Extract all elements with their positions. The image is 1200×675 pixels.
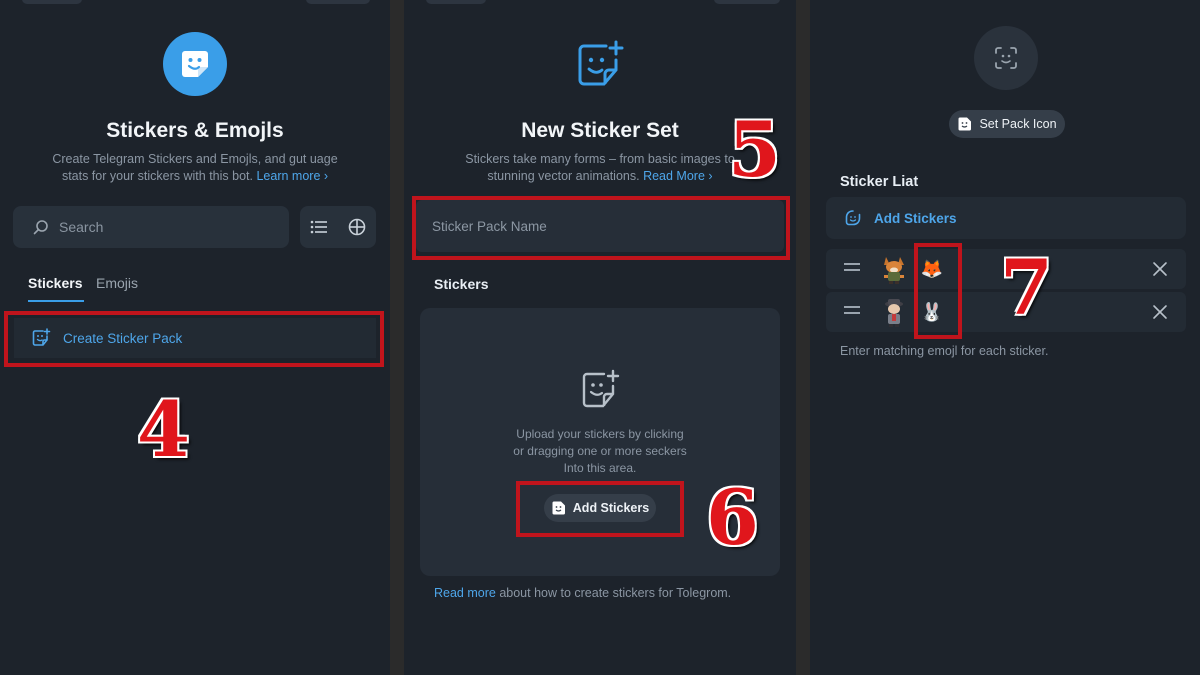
sticker-add-icon (582, 369, 620, 408)
annotation-box-step-5 (412, 196, 790, 260)
footer-text: about how to create stickers for Tolegro… (499, 586, 732, 600)
emoji-hint: Enter matching emojl for each sticker. (840, 344, 1049, 358)
sticker-smile-icon (163, 32, 227, 96)
list-view-icon[interactable] (310, 220, 328, 234)
sticker-placeholder-icon (995, 47, 1017, 69)
annotation-step-4: 4 (137, 385, 190, 474)
sticker-list-label: Sticker Liat (840, 174, 919, 190)
tab-emojis[interactable]: Emojis (96, 275, 138, 291)
search-placeholder: Search (59, 219, 104, 235)
stickers-section-label: Stickers (434, 276, 489, 292)
upload-instructions: Upload your stickers by clicking or drag… (513, 427, 687, 475)
set-pack-icon-button[interactable]: Set Pack Icon (949, 110, 1065, 138)
annotation-box-step-4 (4, 311, 384, 367)
drag-handle-icon[interactable] (844, 263, 860, 275)
panel-sticker-list (810, 0, 1200, 675)
read-more-link[interactable]: Read More › (643, 169, 712, 183)
page-description: Create Telegram Stickers and Emojls, and… (40, 151, 350, 185)
search-input[interactable]: Search (13, 206, 289, 248)
learn-more-link[interactable]: Learn more › (256, 169, 328, 183)
tab-stickers[interactable]: Stickers (28, 275, 82, 291)
fox-character-sticker (884, 257, 904, 284)
annotation-step-7: 7 (1000, 243, 1053, 332)
drag-handle-icon[interactable] (844, 306, 860, 318)
top-button-stub (306, 0, 370, 4)
detective-character-sticker (885, 299, 903, 327)
sticker-thumbnail (878, 253, 910, 285)
active-tab-indicator (28, 300, 84, 302)
view-toggle (300, 206, 376, 248)
sticker-add-icon (578, 40, 624, 86)
footer-help: Read more about how to create stickers f… (434, 586, 731, 600)
top-button-stub (426, 0, 486, 4)
annotation-box-step-6 (516, 481, 684, 537)
sticker-thumbnail (878, 296, 910, 328)
close-icon[interactable] (1152, 261, 1168, 277)
search-icon (33, 220, 48, 235)
sticker-icon (958, 117, 972, 131)
annotation-box-step-7 (914, 243, 962, 339)
top-button-stub (22, 0, 82, 4)
add-stickers-label: Add Stickers (874, 210, 957, 226)
grid-view-icon[interactable] (348, 218, 366, 236)
footer-read-more-link[interactable]: Read more (434, 586, 496, 600)
page-title: Stickers & Emojls (106, 119, 284, 142)
page-description: Stickers take many forms – from basic im… (460, 151, 740, 185)
sticker-add-icon (845, 210, 861, 226)
add-stickers-row[interactable]: Add Stickers (826, 197, 1186, 239)
close-icon[interactable] (1152, 304, 1168, 320)
top-button-stub (714, 0, 780, 4)
annotation-step-5: 5 (728, 105, 781, 194)
set-pack-icon-label: Set Pack Icon (979, 117, 1057, 131)
pack-icon-placeholder[interactable] (974, 26, 1038, 90)
annotation-step-6: 6 (706, 473, 759, 562)
